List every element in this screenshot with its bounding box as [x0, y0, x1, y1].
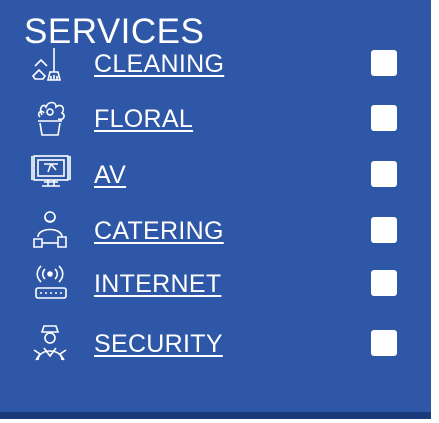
- cleaning-icon: [30, 42, 74, 84]
- service-row-floral: FLORAL: [0, 93, 431, 143]
- service-checkbox-floral[interactable]: [371, 105, 397, 131]
- service-row-catering: CATERING: [0, 205, 431, 255]
- service-checkbox-catering[interactable]: [371, 217, 397, 243]
- internet-icon: [30, 262, 74, 304]
- catering-icon: [30, 209, 74, 251]
- service-label-cleaning[interactable]: CLEANING: [94, 50, 224, 79]
- security-icon: [30, 322, 74, 364]
- service-checkbox-cleaning[interactable]: [371, 50, 397, 76]
- service-label-catering[interactable]: CATERING: [94, 217, 224, 246]
- service-checkbox-internet[interactable]: [371, 270, 397, 296]
- service-label-internet[interactable]: INTERNET: [94, 270, 221, 299]
- services-panel: SERVICES CLEANING FLORAL AV CATERING INT…: [0, 0, 431, 419]
- service-row-internet: INTERNET: [0, 258, 431, 308]
- service-row-security: SECURITY: [0, 318, 431, 368]
- service-label-floral[interactable]: FLORAL: [94, 105, 193, 134]
- floral-icon: [30, 97, 74, 139]
- av-icon: [30, 153, 74, 195]
- service-row-cleaning: CLEANING: [0, 38, 431, 88]
- service-checkbox-av[interactable]: [371, 161, 397, 187]
- service-checkbox-security[interactable]: [371, 330, 397, 356]
- service-row-av: AV: [0, 149, 431, 199]
- service-label-av[interactable]: AV: [94, 161, 126, 190]
- service-label-security[interactable]: SECURITY: [94, 330, 223, 359]
